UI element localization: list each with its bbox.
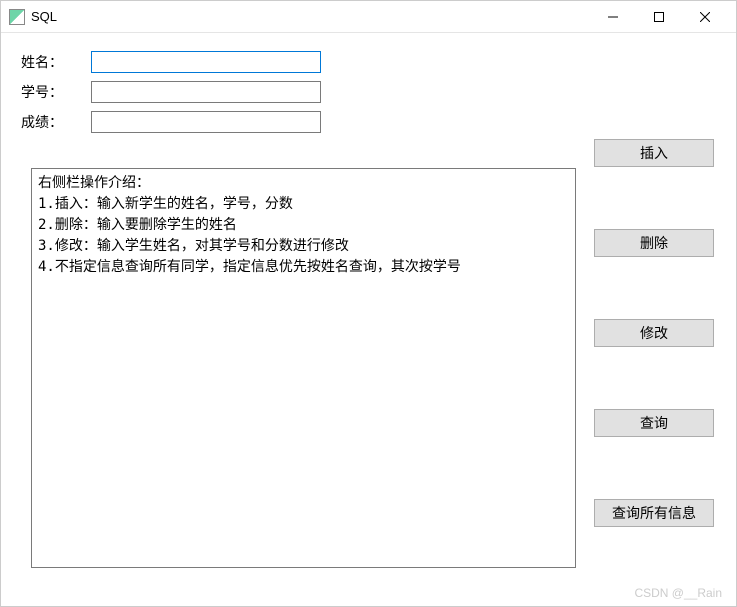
maximize-button[interactable] bbox=[636, 2, 682, 32]
insert-button[interactable]: 插入 bbox=[594, 139, 714, 167]
close-button[interactable] bbox=[682, 2, 728, 32]
row-student-id: 学号： bbox=[21, 81, 716, 103]
update-button[interactable]: 修改 bbox=[594, 319, 714, 347]
input-score[interactable] bbox=[91, 111, 321, 133]
input-name[interactable] bbox=[91, 51, 321, 73]
row-score: 成绩： bbox=[21, 111, 716, 133]
query-all-button[interactable]: 查询所有信息 bbox=[594, 499, 714, 527]
minimize-button[interactable] bbox=[590, 2, 636, 32]
client-area: 姓名： 学号： 成绩： 右侧栏操作介绍： 1.插入：输入新学生的姓名，学号，分数… bbox=[1, 33, 736, 606]
form-rows: 姓名： 学号： 成绩： bbox=[21, 51, 716, 133]
side-buttons: 插入 删除 修改 查询 查询所有信息 bbox=[594, 139, 714, 527]
row-name: 姓名： bbox=[21, 51, 716, 73]
watermark: CSDN @__Rain bbox=[634, 586, 722, 600]
window-controls bbox=[590, 2, 728, 32]
delete-button[interactable]: 删除 bbox=[594, 229, 714, 257]
label-name: 姓名： bbox=[21, 52, 91, 72]
window-title: SQL bbox=[31, 9, 590, 24]
label-student-id: 学号： bbox=[21, 82, 91, 102]
label-score: 成绩： bbox=[21, 112, 91, 132]
query-button[interactable]: 查询 bbox=[594, 409, 714, 437]
title-bar: SQL bbox=[1, 1, 736, 33]
app-icon bbox=[9, 9, 25, 25]
input-student-id[interactable] bbox=[91, 81, 321, 103]
output-textarea[interactable]: 右侧栏操作介绍： 1.插入：输入新学生的姓名，学号，分数 2.删除：输入要删除学… bbox=[31, 168, 576, 568]
